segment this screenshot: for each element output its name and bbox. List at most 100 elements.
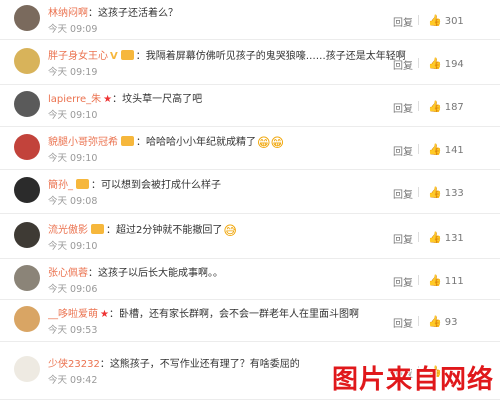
avatar[interactable] bbox=[14, 222, 40, 248]
comment-line: 胖子身女王心 V ：我隔着屏幕仿佛听见孩子的鬼哭狼嚎……孩子还是太年轻啊 bbox=[48, 47, 410, 62]
like-button[interactable]: 👍 194 bbox=[428, 57, 464, 70]
avatar[interactable] bbox=[14, 265, 40, 291]
username-link[interactable]: 少侠23232 bbox=[48, 359, 100, 370]
comment-item: __哆啦爱萌 ★：卧槽，还有家长群啊，会不会一群老年人在里面斗图啊 今天 09:53… bbox=[0, 300, 500, 342]
colon-separator: ： bbox=[88, 8, 98, 19]
divider bbox=[418, 275, 419, 285]
comment-time: 今天 09:09 bbox=[48, 24, 98, 35]
like-count: 141 bbox=[444, 145, 464, 156]
star-icon: ★ bbox=[103, 94, 113, 105]
star-icon: ★ bbox=[100, 309, 109, 320]
comment-item: 林纳闷啊：这孩子还活着么？ 今天 09:09 回复 👍 301 bbox=[0, 0, 500, 40]
divider bbox=[418, 316, 419, 326]
username-link[interactable]: 簡孙_ bbox=[48, 180, 73, 191]
comment-time: 今天 09:42 bbox=[48, 375, 98, 386]
comment-text: 我隔着屏幕仿佛听见孩子的鬼哭狼嚎……孩子还是太年轻啊 bbox=[145, 51, 406, 62]
comment-time: 今天 09:19 bbox=[48, 67, 98, 78]
like-count: 93 bbox=[444, 317, 458, 328]
comment-line: __哆啦爱萌 ★：卧槽，还有家长群啊，会不会一群老年人在里面斗图啊 bbox=[48, 305, 410, 320]
like-button[interactable]: 👍 187 bbox=[428, 100, 464, 113]
comment-text: 这熊孩子，不写作业还有理了？有啥委屈的 bbox=[109, 359, 300, 370]
comment-item: 貌腿小哥弥冠希 ：哈哈哈小小年纪就成精了😁😁 今天 09:10 回复 👍 141 bbox=[0, 127, 500, 170]
comment-line: 簡孙_ ：可以想到会被打成什么样子 bbox=[48, 176, 410, 191]
comment-line: 流光傲影 ：超过2分钟就不能撤回了😅 bbox=[48, 221, 410, 239]
comment-item: lapierre_朱 ★：坟头草一尺高了吧今天 09:10 回复 👍 187 bbox=[0, 85, 500, 127]
like-count: 111 bbox=[444, 276, 464, 287]
comment-item: 流光傲影 ：超过2分钟就不能撤回了😅 今天 09:10 回复 👍 131 bbox=[0, 214, 500, 259]
comment-time: 今天 09:10 bbox=[48, 241, 98, 252]
username-link[interactable]: lapierre_朱 bbox=[48, 94, 101, 105]
member-badge-icon bbox=[91, 224, 104, 234]
reply-button[interactable]: 回复 bbox=[393, 231, 413, 246]
comment-line: lapierre_朱 ★：坟头草一尺高了吧 bbox=[48, 90, 410, 105]
comment-text: 可以想到会被打成什么样子 bbox=[101, 180, 221, 191]
colon-separator: ： bbox=[136, 137, 146, 148]
reply-button[interactable]: 回复 bbox=[393, 315, 413, 330]
thumbs-up-icon: 👍 bbox=[428, 231, 442, 244]
like-count: 133 bbox=[444, 188, 464, 199]
colon-separator: ： bbox=[91, 180, 101, 191]
emoji-icon: 😅 bbox=[223, 224, 237, 239]
comment-list: 林纳闷啊：这孩子还活着么？ 今天 09:09 回复 👍 301 胖子身女王心 V ：我隔着屏幕… bbox=[0, 0, 500, 400]
avatar[interactable] bbox=[14, 5, 40, 31]
colon-separator: ： bbox=[135, 51, 146, 62]
like-button[interactable]: 👍 141 bbox=[428, 143, 464, 156]
username-link[interactable]: 貌腿小哥弥冠希 bbox=[48, 137, 118, 148]
colon-separator: ： bbox=[99, 359, 110, 370]
comment-item: 簡孙_ ：可以想到会被打成什么样子 今天 09:08 回复 👍 133 bbox=[0, 170, 500, 214]
divider bbox=[418, 232, 419, 242]
username-link[interactable]: 林纳闷啊 bbox=[48, 8, 88, 19]
username-link[interactable]: __哆啦爱萌 bbox=[48, 309, 98, 320]
comment-text: 卧槽，还有家长群啊，会不会一群老年人在里面斗图啊 bbox=[118, 309, 359, 320]
thumbs-up-icon: 👍 bbox=[428, 100, 442, 113]
like-button[interactable]: 👍 111 bbox=[428, 274, 464, 287]
comment-line: 貌腿小哥弥冠希 ：哈哈哈小小年纪就成精了😁😁 bbox=[48, 133, 410, 151]
colon-separator: ： bbox=[106, 225, 116, 236]
like-button[interactable]: 👍 131 bbox=[428, 231, 464, 244]
avatar[interactable] bbox=[14, 356, 40, 382]
divider bbox=[418, 187, 419, 197]
comment-text: 哈哈哈小小年纪就成精了 bbox=[146, 137, 256, 148]
thumbs-up-icon: 👍 bbox=[428, 274, 442, 287]
avatar[interactable] bbox=[14, 306, 40, 332]
avatar[interactable] bbox=[14, 91, 40, 117]
reply-button[interactable]: 回复 bbox=[393, 143, 413, 158]
reply-button[interactable]: 回复 bbox=[393, 274, 413, 289]
reply-button[interactable]: 回复 bbox=[393, 14, 413, 29]
like-button[interactable]: 👍 133 bbox=[428, 186, 464, 199]
username-link[interactable]: 流光傲影 bbox=[48, 225, 88, 236]
comment-line: 张心佩蓉：这孩子以后长大能成事啊。。 bbox=[48, 264, 410, 279]
vip-icon: V bbox=[110, 51, 118, 62]
comment-item: 胖子身女王心 V ：我隔着屏幕仿佛听见孩子的鬼哭狼嚎……孩子还是太年轻啊今天 09:… bbox=[0, 40, 500, 85]
comment-text: 这孩子以后长大能成事啊。。 bbox=[98, 268, 223, 279]
comment-time: 今天 09:10 bbox=[48, 110, 98, 121]
like-button[interactable]: 👍 301 bbox=[428, 14, 464, 27]
member-badge-icon bbox=[120, 50, 134, 60]
thumbs-up-icon: 👍 bbox=[428, 57, 442, 70]
emoji-icon: 😁😁 bbox=[257, 136, 285, 151]
like-count: 194 bbox=[444, 59, 464, 70]
avatar[interactable] bbox=[14, 177, 40, 203]
member-badge-icon bbox=[76, 179, 89, 189]
like-button[interactable]: 👍 93 bbox=[428, 315, 457, 328]
comment-time: 今天 09:08 bbox=[48, 196, 98, 207]
username-link[interactable]: 张心佩蓉 bbox=[48, 268, 88, 279]
reply-button[interactable]: 回复 bbox=[393, 186, 413, 201]
avatar[interactable] bbox=[14, 48, 40, 74]
colon-separator: ： bbox=[112, 94, 123, 105]
divider bbox=[418, 101, 419, 111]
username-link[interactable]: 胖子身女王心 bbox=[48, 51, 108, 62]
comment-item: 张心佩蓉：这孩子以后长大能成事啊。。 今天 09:06 回复 👍 111 bbox=[0, 259, 500, 300]
thumbs-up-icon: 👍 bbox=[428, 315, 442, 328]
like-count: 131 bbox=[444, 233, 464, 244]
like-count: 301 bbox=[444, 16, 464, 27]
avatar[interactable] bbox=[14, 134, 40, 160]
reply-button[interactable]: 回复 bbox=[393, 100, 413, 115]
colon-separator: ： bbox=[88, 268, 98, 279]
comment-time: 今天 09:10 bbox=[48, 153, 98, 164]
reply-button[interactable]: 回复 bbox=[393, 57, 413, 72]
thumbs-up-icon: 👍 bbox=[428, 143, 442, 156]
comment-line: 林纳闷啊：这孩子还活着么？ bbox=[48, 4, 410, 19]
comment-time: 今天 09:06 bbox=[48, 284, 98, 295]
member-badge-icon bbox=[121, 136, 134, 146]
